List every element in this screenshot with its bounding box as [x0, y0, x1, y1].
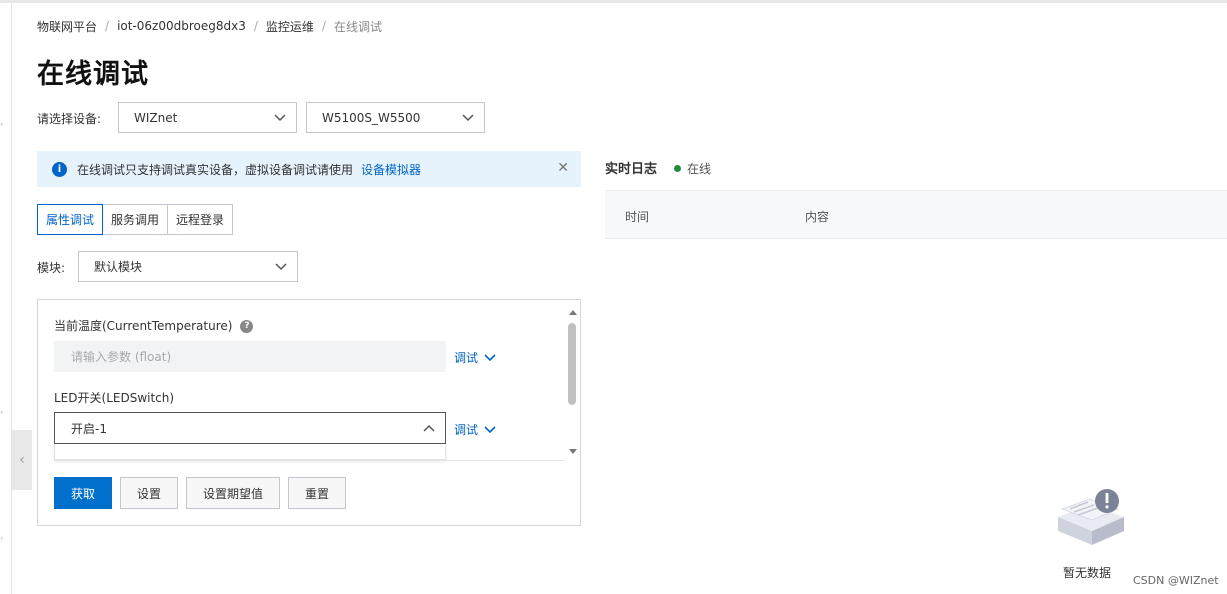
debug-label: 调试: [454, 351, 479, 365]
chevron-down-icon: [484, 353, 496, 361]
chevron-left-icon: ‹: [19, 452, 25, 468]
set-button[interactable]: 设置: [120, 477, 178, 509]
product-select-value: WIZnet: [134, 110, 178, 125]
scroll-down-icon[interactable]: [569, 449, 577, 454]
property-label-led: LED开关(LEDSwitch): [54, 391, 175, 405]
property-label-temperature: 当前温度(CurrentTemperature)?: [54, 317, 254, 334]
chevron-down-icon: [275, 263, 287, 271]
empty-data-icon: [1058, 489, 1124, 545]
breadcrumb: 物联网平台 / iot-06z00dbroeg8dx3 / 监控运维 / 在线调…: [37, 17, 382, 35]
debug-label: 调试: [454, 423, 479, 437]
top-border: [0, 0, 1227, 3]
status-dot-icon: [674, 165, 681, 172]
empty-data-text: 暂无数据: [1063, 566, 1112, 580]
column-header-content: 内容: [805, 210, 830, 224]
reset-button[interactable]: 重置: [288, 477, 346, 509]
tab-remote-login[interactable]: 远程登录: [167, 204, 234, 235]
set-expected-value-button[interactable]: 设置期望值: [186, 477, 280, 509]
sidebar-caret-icon: ‹: [0, 408, 4, 418]
realtime-log-title: 实时日志: [605, 162, 658, 177]
device-select-label: 请选择设备:: [37, 112, 102, 126]
column-header-time: 时间: [625, 210, 650, 224]
log-table-header: 时间 内容: [605, 190, 1227, 239]
scroll-thumb[interactable]: [568, 323, 576, 405]
breadcrumb-separator: /: [105, 19, 110, 33]
breadcrumb-item-instance[interactable]: iot-06z00dbroeg8dx3: [117, 19, 246, 33]
sidebar-collapse-toggle[interactable]: ‹: [12, 430, 32, 490]
tab-property-debug[interactable]: 属性调试: [37, 204, 104, 235]
help-icon[interactable]: ?: [240, 320, 254, 333]
module-label: 模块:: [37, 261, 66, 275]
device-select[interactable]: W5100S_W5500: [306, 102, 485, 133]
property-scrollbar[interactable]: [566, 308, 578, 454]
breadcrumb-item-current: 在线调试: [333, 19, 382, 34]
led-select-value: 开启-1: [71, 421, 107, 436]
status-text: 在线: [687, 162, 712, 176]
breadcrumb-item-iot-platform[interactable]: 物联网平台: [37, 18, 97, 35]
chevron-up-icon: [423, 424, 435, 432]
breadcrumb-item-monitoring[interactable]: 监控运维: [266, 18, 314, 35]
device-select-value: W5100S_W5500: [322, 110, 421, 125]
divider: [54, 460, 564, 461]
temperature-debug-button[interactable]: 调试: [454, 349, 496, 366]
scroll-up-icon[interactable]: [569, 310, 577, 315]
watermark: CSDN @WIZnet: [1133, 574, 1219, 587]
chevron-down-icon: [484, 425, 496, 433]
info-icon: i: [52, 161, 67, 177]
debug-tabs: 属性调试 服务调用 远程登录: [37, 204, 234, 235]
device-simulator-link[interactable]: 设备模拟器: [361, 161, 421, 178]
module-select-value: 默认模块: [94, 260, 143, 274]
breadcrumb-separator: /: [253, 19, 258, 33]
chevron-down-icon: [462, 114, 474, 122]
module-select[interactable]: 默认模块: [78, 251, 298, 282]
info-notice: i 在线调试只支持调试真实设备，虚拟设备调试请使用 设备模拟器 ✕: [37, 151, 581, 187]
temperature-label-text: 当前温度(CurrentTemperature): [54, 319, 233, 333]
breadcrumb-separator: /: [321, 19, 326, 33]
property-panel: 当前温度(CurrentTemperature)? 请输入参数 (float) …: [37, 299, 581, 526]
page-title: 在线调试: [37, 59, 149, 90]
led-debug-button[interactable]: 调试: [454, 421, 496, 438]
notice-text: 在线调试只支持调试真实设备，虚拟设备调试请使用: [77, 162, 354, 177]
get-button[interactable]: 获取: [54, 477, 112, 509]
tab-service-call[interactable]: 服务调用: [102, 204, 169, 235]
online-status: 在线: [674, 160, 711, 177]
chevron-down-icon: [274, 114, 286, 122]
sidebar-caret-icon: ‹: [0, 534, 4, 544]
led-switch-select[interactable]: 开启-1: [54, 412, 446, 444]
left-sidebar-edge: ‹ ‹ ‹: [0, 3, 12, 594]
led-dropdown-menu: [54, 444, 446, 460]
temperature-input-placeholder: 请输入参数 (float): [71, 350, 172, 364]
close-icon[interactable]: ✕: [557, 161, 569, 175]
temperature-param-input[interactable]: 请输入参数 (float): [54, 341, 446, 372]
sidebar-caret-icon: ‹: [0, 120, 4, 130]
product-select[interactable]: WIZnet: [118, 102, 297, 133]
